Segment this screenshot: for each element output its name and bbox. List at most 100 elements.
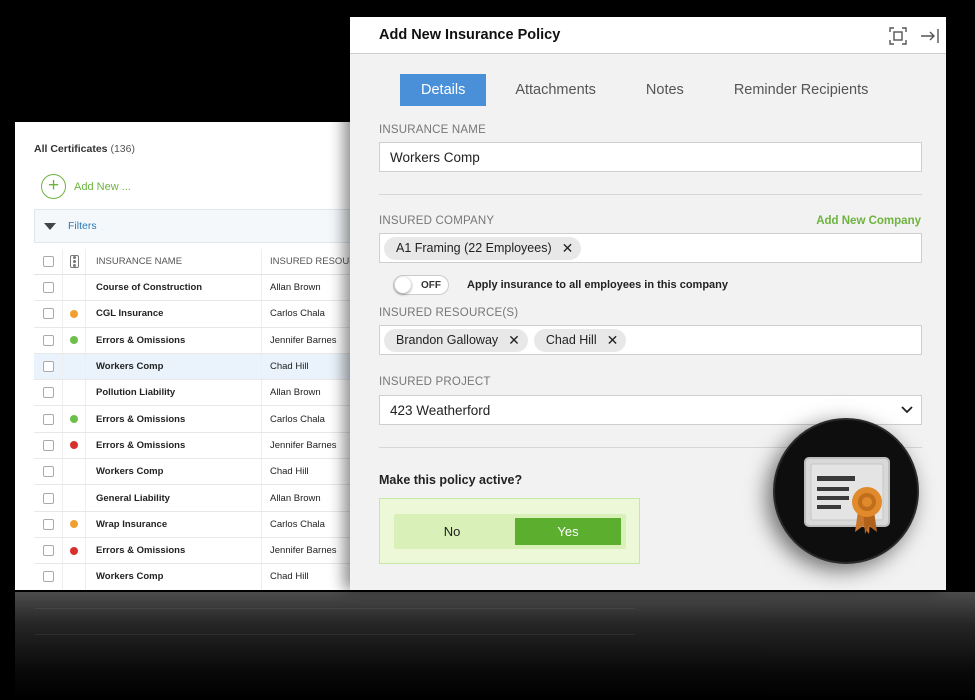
table-row[interactable]: Errors & Omissions Jennifer Barnes [34, 327, 360, 354]
insured-resource-cell: Jennifer Barnes [270, 545, 337, 557]
status-dot-icon [70, 415, 78, 424]
row-checkbox[interactable] [42, 518, 54, 530]
insured-resource-cell: Jennifer Barnes [270, 334, 337, 346]
divider [379, 194, 922, 195]
column-header-name[interactable]: INSURANCE NAME [86, 249, 262, 274]
toggle-state: OFF [421, 279, 441, 291]
apply-all-toggle[interactable]: OFF [393, 275, 449, 295]
option-no-button[interactable]: No [394, 514, 510, 549]
table-row[interactable]: Errors & Omissions Jennifer Barnes [34, 432, 360, 460]
table-row[interactable]: Workers Comp Chad Hill [34, 459, 360, 486]
insured-resources-label: INSURED RESOURCE(S) [379, 307, 519, 319]
collapse-panel-icon[interactable] [920, 26, 940, 46]
insured-project-label: INSURED PROJECT [379, 376, 491, 388]
resource-chip: Chad Hill ✕ [533, 328, 627, 352]
status-dot-icon [70, 336, 78, 345]
tab-reminder-recipients[interactable]: Reminder Recipients [713, 74, 890, 106]
insurance-name-cell: Errors & Omissions [86, 537, 262, 564]
table-row[interactable]: Workers Comp Chad Hill [34, 564, 360, 590]
traffic-light-icon[interactable] [69, 255, 79, 268]
table-row[interactable]: Wrap Insurance Carlos Chala [34, 511, 360, 538]
row-checkbox[interactable] [42, 545, 54, 557]
row-checkbox[interactable] [42, 308, 54, 320]
insurance-name-cell: Workers Comp [86, 459, 262, 485]
filters-label: Filters [68, 220, 97, 232]
resource-chip-label: Brandon Galloway [396, 333, 499, 347]
status-dot-icon [70, 520, 78, 529]
plus-icon: + [41, 174, 66, 199]
toggle-label: Apply insurance to all employees in this… [467, 279, 729, 291]
stage: All Certificates (136) + Add New ... Fil… [0, 0, 975, 700]
remove-chip-icon[interactable]: ✕ [508, 332, 520, 349]
row-checkbox[interactable] [42, 387, 54, 399]
row-checkbox[interactable] [42, 571, 54, 583]
certificates-table: INSURANCE NAME INSURED RESOUR Course of … [34, 249, 360, 590]
company-chip-label: A1 Framing (22 Employees) [396, 241, 552, 255]
active-question: Make this policy active? [379, 473, 523, 487]
dialog-header: Add New Insurance Policy [350, 17, 946, 54]
remove-chip-icon[interactable]: ✕ [562, 240, 574, 257]
chevron-down-icon [901, 406, 913, 414]
status-dot-icon [70, 546, 78, 555]
insured-company-field[interactable]: A1 Framing (22 Employees) ✕ [379, 233, 922, 263]
table-row[interactable]: Course of Construction Allan Brown [34, 275, 360, 302]
list-count: (136) [110, 143, 135, 155]
add-new-company-link[interactable]: Add New Company [816, 215, 921, 227]
company-chip: A1 Framing (22 Employees) ✕ [384, 236, 582, 260]
insurance-name-cell: Errors & Omissions [86, 432, 262, 459]
table-header: INSURANCE NAME INSURED RESOUR [34, 249, 360, 275]
insurance-name-cell: Pollution Liability [86, 380, 262, 406]
table-row[interactable]: Workers Comp Chad Hill [34, 353, 360, 381]
status-dot-icon [70, 309, 78, 318]
active-choice-container: No Yes [379, 498, 640, 564]
insurance-name-cell: Errors & Omissions [86, 406, 262, 432]
insured-resource-cell: Carlos Chala [270, 518, 325, 530]
row-checkbox[interactable] [42, 439, 54, 451]
insurance-name-input[interactable]: Workers Comp [379, 142, 922, 172]
column-header-resource[interactable]: INSURED RESOUR [262, 256, 356, 267]
dialog-tabs: Details Attachments Notes Reminder Recip… [400, 74, 897, 106]
apply-all-toggle-row: OFF Apply insurance to all employees in … [393, 275, 728, 295]
tab-attachments[interactable]: Attachments [494, 74, 617, 106]
insured-resource-cell: Chad Hill [270, 466, 309, 478]
reflection-overlay [15, 592, 975, 700]
row-checkbox[interactable] [42, 492, 54, 504]
list-title-text: All Certificates [34, 143, 108, 155]
insurance-name-cell: Errors & Omissions [86, 327, 262, 353]
row-checkbox[interactable] [42, 466, 54, 478]
tab-details[interactable]: Details [400, 74, 487, 106]
option-yes-button[interactable]: Yes [515, 518, 621, 545]
active-choice-toggle: No Yes [394, 514, 626, 549]
caret-down-icon [44, 222, 56, 230]
row-checkbox[interactable] [42, 361, 54, 373]
resource-chip-label: Chad Hill [545, 333, 597, 347]
insurance-name-cell: General Liability [86, 485, 262, 511]
insurance-name-cell: Workers Comp [86, 564, 262, 590]
insured-resource-cell: Allan Brown [270, 492, 321, 504]
row-checkbox[interactable] [42, 334, 54, 346]
toggle-knob [395, 277, 411, 293]
insured-resource-cell: Allan Brown [270, 387, 321, 399]
certificate-ribbon-icon [804, 457, 890, 534]
table-row[interactable]: CGL Insurance Carlos Chala [34, 301, 360, 328]
insurance-name-cell: Workers Comp [86, 353, 262, 380]
table-row[interactable]: Errors & Omissions Jennifer Barnes [34, 537, 360, 565]
row-checkbox[interactable] [42, 413, 54, 425]
tab-notes[interactable]: Notes [625, 74, 705, 106]
table-row[interactable]: Pollution Liability Allan Brown [34, 380, 360, 407]
expand-icon[interactable] [888, 26, 908, 46]
filters-bar[interactable]: Filters [34, 209, 360, 243]
table-row[interactable]: General Liability Allan Brown [34, 485, 360, 512]
row-checkbox[interactable] [42, 282, 54, 294]
insured-company-label: INSURED COMPANY [379, 215, 495, 227]
insured-resource-cell: Carlos Chala [270, 413, 325, 425]
insurance-name-cell: Course of Construction [86, 275, 262, 301]
add-new-button[interactable]: + Add New ... [41, 174, 131, 199]
resource-chip: Brandon Galloway ✕ [384, 328, 528, 352]
select-all-checkbox[interactable] [42, 256, 54, 267]
insurance-name-label: INSURANCE NAME [379, 124, 486, 136]
remove-chip-icon[interactable]: ✕ [607, 332, 619, 349]
dialog-title: Add New Insurance Policy [379, 27, 561, 43]
insured-resources-field[interactable]: Brandon Galloway ✕ Chad Hill ✕ [379, 325, 922, 355]
table-row[interactable]: Errors & Omissions Carlos Chala [34, 406, 360, 433]
